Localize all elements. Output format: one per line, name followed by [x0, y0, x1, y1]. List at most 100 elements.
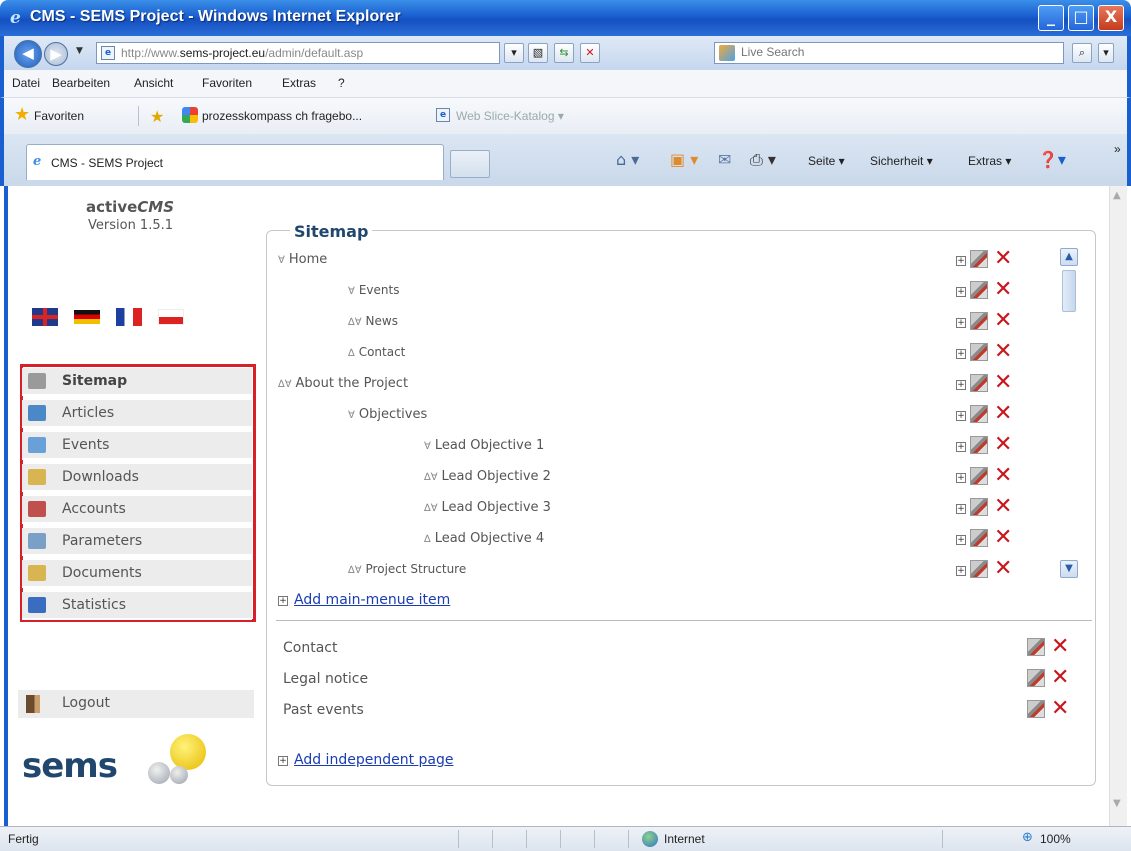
page-row-label[interactable]: Past events [283, 702, 364, 718]
delete-icon[interactable]: ✕ [1051, 698, 1069, 720]
tree-row-label[interactable]: ∆∀ Lead Objective 3 [424, 500, 551, 515]
stop-icon[interactable]: ✕ [580, 43, 600, 63]
delete-icon[interactable]: ✕ [994, 434, 1012, 456]
tree-row-label[interactable]: ∀ Events [348, 283, 399, 297]
edit-icon[interactable] [970, 250, 988, 268]
edit-icon[interactable] [1027, 669, 1045, 687]
delete-icon[interactable]: ✕ [994, 341, 1012, 363]
expand-icon[interactable]: + [956, 287, 966, 297]
search-field[interactable] [714, 42, 1064, 64]
expand-icon[interactable]: + [956, 535, 966, 545]
edit-icon[interactable] [970, 312, 988, 330]
flag-english-icon[interactable] [32, 308, 58, 326]
nav-item-events[interactable]: Events [22, 432, 252, 460]
address-input[interactable]: e http://www.sems-project.eu/admin/defau… [96, 42, 500, 64]
help-icon[interactable]: ❓▾ [1038, 150, 1066, 169]
zoom-level[interactable]: 100% [1040, 832, 1071, 846]
flag-french-icon[interactable] [116, 308, 142, 326]
tree-row-label[interactable]: ∆∀ News [348, 314, 398, 328]
edit-icon[interactable] [970, 436, 988, 454]
expand-icon[interactable]: + [956, 349, 966, 359]
read-mail-icon[interactable]: ✉ [718, 150, 731, 169]
search-input[interactable] [741, 45, 1041, 59]
nav-item-downloads[interactable]: Downloads [22, 464, 252, 492]
edit-icon[interactable] [970, 405, 988, 423]
edit-icon[interactable] [970, 498, 988, 516]
delete-icon[interactable]: ✕ [994, 372, 1012, 394]
delete-icon[interactable]: ✕ [994, 496, 1012, 518]
compatibility-view-icon[interactable]: ▧ [528, 43, 548, 63]
add-main-menu-item-link[interactable]: Add main-menue item [278, 592, 450, 608]
edit-icon[interactable] [1027, 638, 1045, 656]
refresh-icon[interactable]: ⇆ [554, 43, 574, 63]
favorites-button[interactable]: Favoriten [34, 109, 84, 123]
sitemap-scrollbar[interactable]: ▲ ▼ [1060, 244, 1078, 582]
nav-item-articles[interactable]: Articles [22, 400, 252, 428]
delete-icon[interactable]: ✕ [994, 248, 1012, 270]
nav-item-statistics[interactable]: Statistics [22, 592, 252, 620]
menu-view[interactable]: Ansicht [134, 76, 173, 90]
expand-icon[interactable]: + [956, 473, 966, 483]
page-menu[interactable]: Seite ▾ [808, 154, 845, 168]
edit-icon[interactable] [970, 560, 988, 578]
favorite-link-prozesskompass[interactable]: prozesskompass ch fragebo... [202, 109, 362, 123]
scroll-down-icon[interactable]: ▼ [1060, 560, 1078, 578]
flag-german-icon[interactable] [74, 310, 100, 324]
tree-row-label[interactable]: ∆∀ Lead Objective 2 [424, 469, 551, 484]
tree-row-label[interactable]: ∀ Lead Objective 1 [424, 438, 544, 453]
delete-icon[interactable]: ✕ [994, 310, 1012, 332]
delete-icon[interactable]: ✕ [1051, 636, 1069, 658]
minimize-button[interactable]: _ [1038, 5, 1064, 31]
edit-icon[interactable] [970, 467, 988, 485]
expand-icon[interactable]: + [956, 442, 966, 452]
close-button[interactable]: X [1098, 5, 1124, 31]
back-button[interactable]: ◀ [14, 40, 42, 68]
logout-button[interactable]: Logout [18, 690, 254, 718]
delete-icon[interactable]: ✕ [994, 403, 1012, 425]
forward-button[interactable]: ▶ [44, 42, 68, 66]
delete-icon[interactable]: ✕ [994, 558, 1012, 580]
print-icon[interactable]: ⎙ ▾ [750, 150, 776, 170]
menu-edit[interactable]: Bearbeiten [52, 76, 110, 90]
page-scrollbar[interactable]: ▲ ▼ [1109, 186, 1127, 826]
edit-icon[interactable] [970, 374, 988, 392]
tree-row-label[interactable]: ∀ Objectives [348, 407, 427, 422]
delete-icon[interactable]: ✕ [1051, 667, 1069, 689]
add-favorite-icon[interactable]: ★ [150, 107, 164, 126]
delete-icon[interactable]: ✕ [994, 465, 1012, 487]
tab-cms-sems-project[interactable]: e CMS - SEMS Project [26, 144, 444, 180]
expand-icon[interactable]: + [956, 380, 966, 390]
nav-item-documents[interactable]: Documents [22, 560, 252, 588]
address-dropdown-button[interactable]: ▾ [504, 43, 524, 63]
search-options-dropdown[interactable]: ▾ [1098, 43, 1114, 63]
home-icon[interactable]: ⌂ ▾ [616, 150, 639, 169]
expand-icon[interactable]: + [956, 256, 966, 266]
menu-help[interactable]: ? [338, 76, 345, 90]
menu-file[interactable]: Datei [12, 76, 40, 90]
tree-row-label[interactable]: ∆∀ About the Project [278, 376, 408, 391]
nav-item-sitemap[interactable]: Sitemap [22, 368, 252, 396]
add-independent-page-link[interactable]: Add independent page [278, 752, 453, 768]
scroll-down-icon[interactable]: ▼ [1113, 798, 1121, 809]
zoom-icon[interactable]: ⊕ [1022, 830, 1033, 845]
page-row-label[interactable]: Contact [283, 640, 337, 656]
edit-icon[interactable] [1027, 700, 1045, 718]
tree-row-label[interactable]: ∆ Lead Objective 4 [424, 531, 544, 546]
menu-favorites[interactable]: Favoriten [202, 76, 252, 90]
feeds-icon[interactable]: ▣ ▾ [670, 150, 698, 169]
tree-row-label[interactable]: ∀ Home [278, 252, 327, 267]
maximize-button[interactable]: □ [1068, 5, 1094, 31]
edit-icon[interactable] [970, 281, 988, 299]
nav-item-accounts[interactable]: Accounts [22, 496, 252, 524]
expand-icon[interactable]: + [956, 504, 966, 514]
new-tab-button[interactable] [450, 150, 490, 178]
scroll-up-icon[interactable]: ▲ [1060, 248, 1078, 266]
menu-tools[interactable]: Extras [282, 76, 316, 90]
expand-icon[interactable]: + [956, 566, 966, 576]
history-dropdown-icon[interactable]: ▼ [76, 46, 83, 56]
nav-item-parameters[interactable]: Parameters [22, 528, 252, 556]
tools-menu[interactable]: Extras ▾ [968, 154, 1011, 168]
scroll-up-icon[interactable]: ▲ [1113, 190, 1121, 201]
edit-icon[interactable] [970, 343, 988, 361]
security-menu[interactable]: Sicherheit ▾ [870, 154, 933, 168]
